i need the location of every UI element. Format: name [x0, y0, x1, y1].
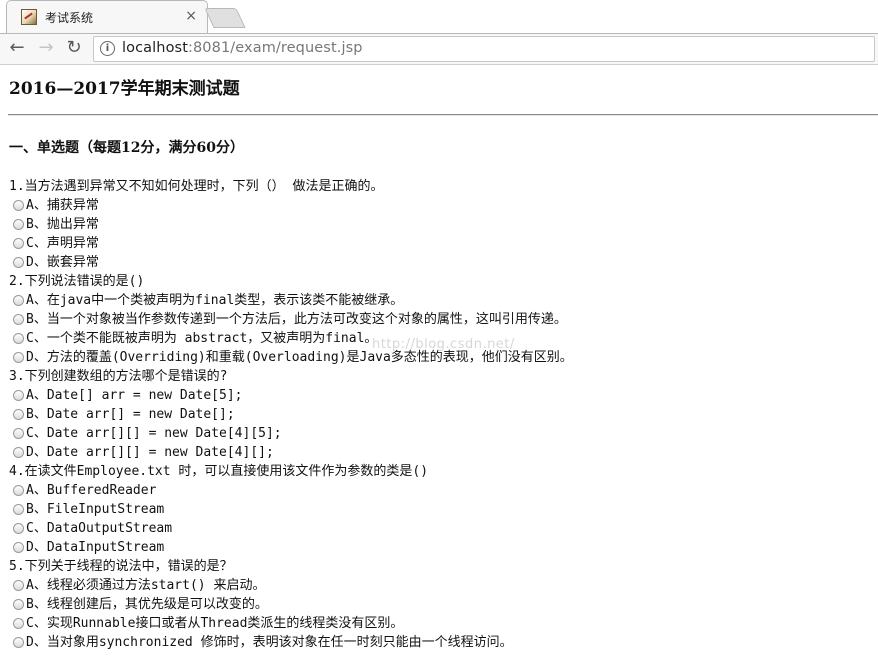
- question-stem: 4.在读文件Employee.txt 时，可以直接使用该文件作为参数的类是(): [9, 464, 429, 479]
- option-label: C、实现Runnable接口或者从Thread类派生的线程类没有区别。: [26, 616, 404, 631]
- browser-toolbar: ← → ↻ i localhost:8081/exam/request.jsp: [0, 33, 878, 65]
- answer-option[interactable]: B、抛出异常: [0, 215, 878, 234]
- radio-button[interactable]: [13, 447, 24, 458]
- radio-button[interactable]: [13, 599, 24, 610]
- option-label: D、方法的覆盖(Overriding)和重载(Overloading)是Java…: [26, 350, 573, 365]
- radio-button[interactable]: [13, 238, 24, 249]
- answer-option[interactable]: D、当对象用synchronized 修饰时，表明该对象在任一时刻只能由一个线程…: [0, 633, 878, 652]
- answer-option[interactable]: A、线程必须通过方法start() 来启动。: [0, 576, 878, 595]
- page-content: 2016—2017学年期末测试题 一、单选题（每题12分，满分60分） 1.当方…: [0, 64, 878, 666]
- option-label: C、DataOutputStream: [26, 521, 173, 536]
- radio-button[interactable]: [13, 485, 24, 496]
- option-label: C、Date arr[][] = new Date[4][5];: [26, 426, 282, 441]
- option-label: A、捕获异常: [26, 198, 99, 213]
- question-stem: 1.当方法遇到异常又不知如何处理时，下列（） 做法是正确的。: [9, 179, 384, 194]
- answer-option[interactable]: D、DataInputStream: [0, 538, 878, 557]
- back-arrow-icon[interactable]: ←: [6, 37, 28, 59]
- radio-button[interactable]: [13, 314, 24, 325]
- option-label: B、Date arr[] = new Date[];: [26, 407, 235, 422]
- answer-option[interactable]: D、方法的覆盖(Overriding)和重载(Overloading)是Java…: [0, 348, 878, 367]
- option-label: A、Date[] arr = new Date[5];: [26, 388, 243, 403]
- option-label: D、DataInputStream: [26, 540, 165, 555]
- new-tab-button[interactable]: [204, 8, 246, 28]
- question-3: 3.下列创建数组的方法哪个是错误的? A、Date[] arr = new Dat…: [0, 367, 878, 462]
- radio-button[interactable]: [13, 295, 24, 306]
- answer-option[interactable]: C、一个类不能既被声明为 abstract，又被声明为final。: [0, 329, 878, 348]
- option-label: D、当对象用synchronized 修饰时，表明该对象在任一时刻只能由一个线程…: [26, 635, 513, 650]
- page-title: 2016—2017学年期末测试题: [9, 79, 240, 99]
- option-label: B、线程创建后，其优先级是可以改变的。: [26, 597, 268, 612]
- radio-button[interactable]: [13, 542, 24, 553]
- question-stem: 3.下列创建数组的方法哪个是错误的?: [9, 369, 228, 384]
- radio-button[interactable]: [13, 390, 24, 401]
- radio-button[interactable]: [13, 523, 24, 534]
- answer-option[interactable]: A、BufferedReader: [0, 481, 878, 500]
- option-label: D、嵌套异常: [26, 255, 99, 270]
- answer-option[interactable]: A、捕获异常: [0, 196, 878, 215]
- tab-close-icon[interactable]: ×: [185, 8, 197, 24]
- radio-button[interactable]: [13, 580, 24, 591]
- answer-option[interactable]: B、线程创建后，其优先级是可以改变的。: [0, 595, 878, 614]
- option-label: A、BufferedReader: [26, 483, 157, 498]
- url-text[interactable]: localhost:8081/exam/request.jsp: [122, 40, 363, 56]
- answer-option[interactable]: C、DataOutputStream: [0, 519, 878, 538]
- answer-option[interactable]: C、实现Runnable接口或者从Thread类派生的线程类没有区别。: [0, 614, 878, 633]
- option-label: B、FileInputStream: [26, 502, 165, 517]
- answer-option[interactable]: B、FileInputStream: [0, 500, 878, 519]
- option-label: C、一个类不能既被声明为 abstract，又被声明为final。: [26, 331, 378, 346]
- tab-strip: 考试系统 ×: [0, 0, 878, 35]
- radio-button[interactable]: [13, 200, 24, 211]
- answer-option[interactable]: A、Date[] arr = new Date[5];: [0, 386, 878, 405]
- answer-option[interactable]: B、Date arr[] = new Date[];: [0, 405, 878, 424]
- radio-button[interactable]: [13, 352, 24, 363]
- browser-tab[interactable]: 考试系统 ×: [6, 0, 208, 35]
- radio-button[interactable]: [13, 637, 24, 648]
- address-bar[interactable]: i localhost:8081/exam/request.jsp: [93, 36, 875, 62]
- answer-option[interactable]: D、嵌套异常: [0, 253, 878, 272]
- question-list: 1.当方法遇到异常又不知如何处理时，下列（） 做法是正确的。 A、捕获异常 B、抛出…: [0, 177, 878, 652]
- radio-button[interactable]: [13, 504, 24, 515]
- question-5: 5.下列关于线程的说法中，错误的是？ A、线程必须通过方法start() 来启动。…: [0, 557, 878, 652]
- site-info-icon[interactable]: i: [100, 41, 115, 56]
- reload-icon[interactable]: ↻: [63, 37, 85, 59]
- question-2: 2.下列说法错误的是() A、在java中一个类被声明为final类型，表示该类不…: [0, 272, 878, 367]
- page-favicon-icon: [21, 9, 37, 25]
- answer-option[interactable]: D、Date arr[][] = new Date[4][];: [0, 443, 878, 462]
- question-4: 4.在读文件Employee.txt 时，可以直接使用该文件作为参数的类是() A…: [0, 462, 878, 557]
- answer-option[interactable]: B、当一个对象被当作参数传递到一个方法后，此方法可改变这个对象的属性，这叫引用传…: [0, 310, 878, 329]
- radio-button[interactable]: [13, 333, 24, 344]
- divider: [8, 114, 878, 116]
- url-path: :8081/exam/request.jsp: [188, 40, 363, 56]
- option-label: A、线程必须通过方法start() 来启动。: [26, 578, 266, 593]
- question-stem: 2.下列说法错误的是(): [9, 274, 145, 289]
- radio-button[interactable]: [13, 618, 24, 629]
- url-host: localhost: [122, 40, 188, 56]
- option-label: B、当一个对象被当作参数传递到一个方法后，此方法可改变这个对象的属性，这叫引用传…: [26, 312, 567, 327]
- radio-button[interactable]: [13, 428, 24, 439]
- section-title: 一、单选题（每题12分，满分60分）: [9, 140, 244, 156]
- answer-option[interactable]: C、Date arr[][] = new Date[4][5];: [0, 424, 878, 443]
- option-label: D、Date arr[][] = new Date[4][];: [26, 445, 274, 460]
- option-label: A、在java中一个类被声明为final类型，表示该类不能被继承。: [26, 293, 404, 308]
- radio-button[interactable]: [13, 409, 24, 420]
- answer-option[interactable]: A、在java中一个类被声明为final类型，表示该类不能被继承。: [0, 291, 878, 310]
- answer-option[interactable]: C、声明异常: [0, 234, 878, 253]
- tab-title: 考试系统: [45, 11, 94, 25]
- forward-arrow-icon[interactable]: →: [35, 37, 57, 59]
- option-label: C、声明异常: [26, 236, 99, 251]
- option-label: B、抛出异常: [26, 217, 99, 232]
- radio-button[interactable]: [13, 219, 24, 230]
- radio-button[interactable]: [13, 257, 24, 268]
- question-stem: 5.下列关于线程的说法中，错误的是？: [9, 559, 233, 574]
- question-1: 1.当方法遇到异常又不知如何处理时，下列（） 做法是正确的。 A、捕获异常 B、抛出…: [0, 177, 878, 272]
